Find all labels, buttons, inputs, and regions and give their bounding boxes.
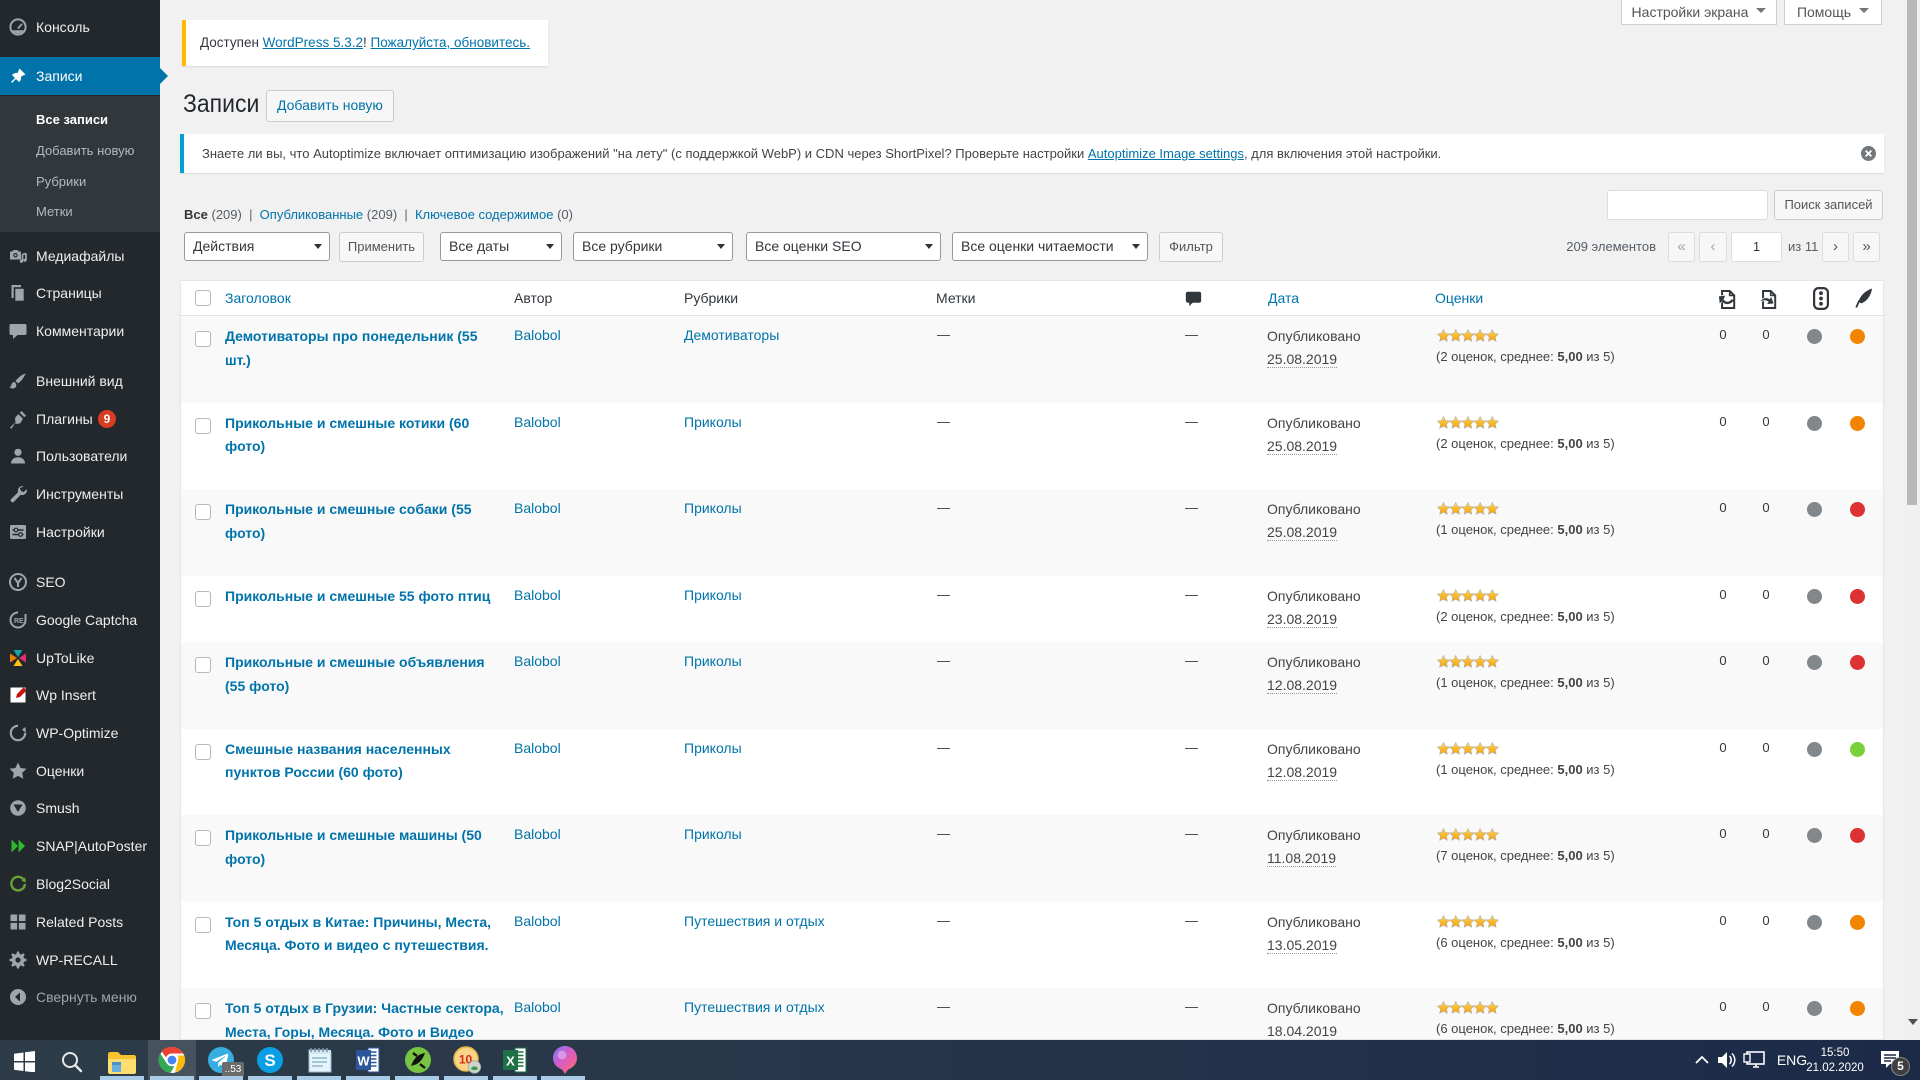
svg-text:W: W xyxy=(357,1054,370,1069)
svg-text:X: X xyxy=(506,1054,515,1069)
svg-text:S: S xyxy=(264,1051,275,1070)
svg-text:RE: RE xyxy=(14,618,24,625)
